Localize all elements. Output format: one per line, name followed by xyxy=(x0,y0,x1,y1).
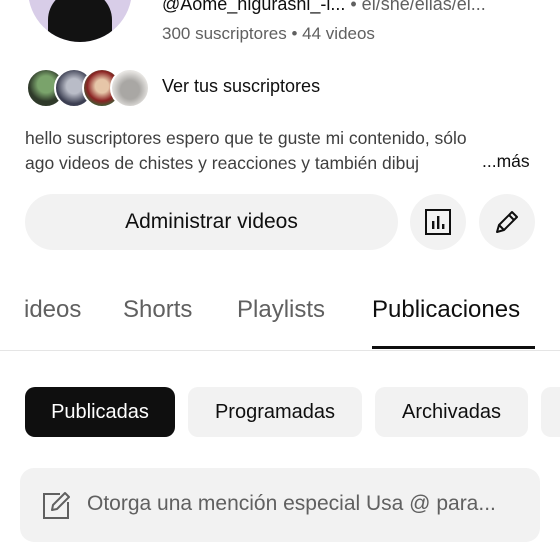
subscriber-avatar xyxy=(110,68,150,108)
chip-publicadas[interactable]: Publicadas xyxy=(25,387,175,437)
channel-avatar[interactable] xyxy=(28,0,132,42)
avatar-shoulders xyxy=(48,0,112,42)
channel-tabs: ideos Shorts Playlists Publicaciones xyxy=(0,290,560,351)
analytics-button[interactable] xyxy=(410,194,466,250)
tab-playlists[interactable]: Playlists xyxy=(237,296,325,324)
pencil-icon xyxy=(496,211,518,233)
description-line-2: ago videos de chistes y reacciones y tam… xyxy=(25,153,419,173)
chip-overflow[interactable] xyxy=(541,387,560,437)
channel-stats: 300 suscriptores • 44 videos xyxy=(162,24,375,44)
tab-publicaciones[interactable]: Publicaciones xyxy=(372,296,520,324)
compose-icon xyxy=(43,492,70,519)
create-post-box[interactable]: Otorga una mención especial Usa @ para..… xyxy=(20,468,540,542)
subscriber-avatars[interactable] xyxy=(26,68,150,108)
chip-programadas[interactable]: Programadas xyxy=(188,387,362,437)
more-link[interactable]: ...más xyxy=(480,151,530,172)
tab-shorts[interactable]: Shorts xyxy=(123,296,192,324)
tab-videos[interactable]: ideos xyxy=(24,296,81,324)
analytics-icon xyxy=(425,209,451,235)
manage-videos-button[interactable]: Administrar videos xyxy=(25,194,398,250)
stats-separator: • xyxy=(291,24,298,43)
channel-description[interactable]: hello suscriptores espero que te guste m… xyxy=(25,126,545,176)
channel-handle: @Aome_higurashi_-i... xyxy=(162,0,346,14)
chip-archivadas[interactable]: Archivadas xyxy=(375,387,528,437)
subscriber-count: 300 suscriptores xyxy=(162,24,287,43)
active-tab-indicator xyxy=(372,346,535,349)
create-post-placeholder: Otorga una mención especial Usa @ para..… xyxy=(87,492,496,515)
edit-channel-button[interactable] xyxy=(479,194,535,250)
description-line-1: hello suscriptores espero que te guste m… xyxy=(25,128,467,148)
video-count: 44 videos xyxy=(302,24,375,43)
view-subscribers-link[interactable]: Ver tus suscriptores xyxy=(162,76,320,97)
channel-pronouns: • el/she/ellas/el... xyxy=(350,0,486,14)
channel-handle-line: @Aome_higurashi_-i... • el/she/ellas/el.… xyxy=(162,0,486,15)
